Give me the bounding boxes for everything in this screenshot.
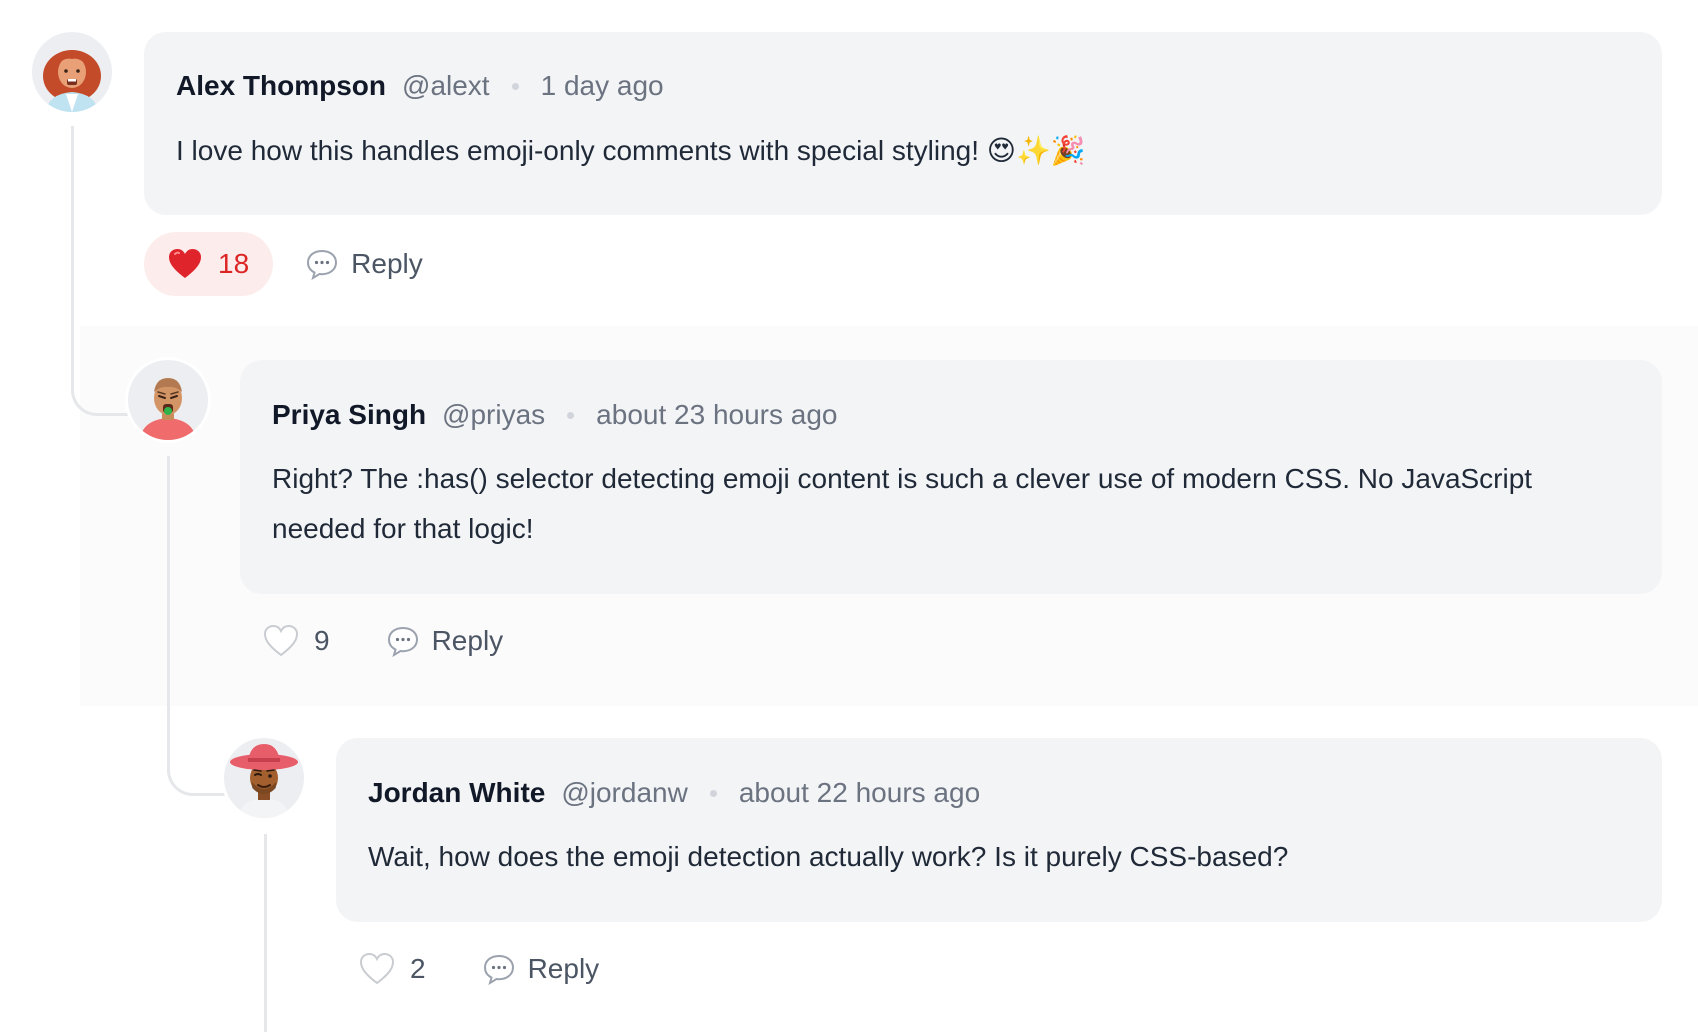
reply-label: Reply (351, 248, 423, 279)
comment-text: Right? The :has() selector detecting emo… (272, 463, 1533, 544)
comment-actions: 9 Reply (240, 609, 515, 673)
thread-line-3 (264, 834, 267, 1032)
man-red-hat-avatar-icon (230, 744, 298, 818)
comment-actions: 18 Reply (144, 232, 435, 296)
comment-thread: Alex Thompson @alext 1 day ago I love ho… (0, 0, 1698, 1032)
like-button[interactable]: 18 (144, 232, 274, 296)
like-button[interactable]: 2 (336, 937, 450, 1001)
comment-meta: Jordan White @jordanw about 22 hours ago (368, 775, 1630, 811)
comment-meta: Alex Thompson @alext 1 day ago (176, 68, 1630, 104)
like-count: 18 (218, 248, 250, 279)
speech-bubble-icon (386, 624, 420, 658)
reply-label: Reply (431, 625, 504, 656)
comment-bubble: Alex Thompson @alext 1 day ago I love ho… (144, 32, 1662, 215)
thread-connector-1 (71, 126, 129, 416)
like-button[interactable]: 9 (240, 609, 354, 673)
comment-bubble: Priya Singh @priyas about 23 hours ago R… (240, 360, 1662, 594)
timestamp: about 23 hours ago (596, 399, 838, 430)
like-count: 2 (410, 953, 426, 984)
author-handle[interactable]: @priyas (442, 397, 545, 433)
woman-red-hair-avatar-icon (43, 50, 101, 112)
reply-button[interactable]: Reply (374, 609, 516, 673)
separator-dot (567, 411, 575, 419)
avatar[interactable] (128, 360, 208, 440)
separator-dot (709, 789, 717, 797)
comment-text: I love how this handles emoji-only comme… (176, 135, 1086, 166)
speech-bubble-icon (305, 247, 339, 281)
reply-button[interactable]: Reply (470, 937, 612, 1001)
comment-bubble: Jordan White @jordanw about 22 hours ago… (336, 738, 1662, 922)
timestamp: about 22 hours ago (738, 777, 981, 808)
avatar[interactable] (32, 32, 112, 112)
author-name[interactable]: Jordan White (368, 775, 545, 811)
comment-text: Wait, how does the emoji detection actua… (368, 841, 1289, 872)
speech-bubble-icon (482, 952, 516, 986)
comment-meta: Priya Singh @priyas about 23 hours ago (272, 397, 1630, 433)
like-count: 9 (314, 625, 330, 656)
separator-dot (511, 82, 519, 90)
heart-outline-icon (264, 625, 298, 657)
author-handle[interactable]: @alext (402, 68, 490, 104)
timestamp: 1 day ago (540, 70, 664, 101)
author-name[interactable]: Alex Thompson (176, 68, 386, 104)
avatar[interactable] (224, 738, 304, 818)
comment-actions: 2 Reply (336, 937, 611, 1001)
author-handle[interactable]: @jordanw (561, 775, 687, 811)
thread-connector-2 (167, 456, 225, 796)
heart-outline-icon (360, 953, 394, 985)
heart-filled-icon (168, 248, 202, 280)
reply-label: Reply (527, 953, 600, 984)
person-green-tongue-avatar-icon (140, 378, 196, 440)
reply-button[interactable]: Reply (293, 232, 435, 296)
author-name[interactable]: Priya Singh (272, 397, 426, 433)
